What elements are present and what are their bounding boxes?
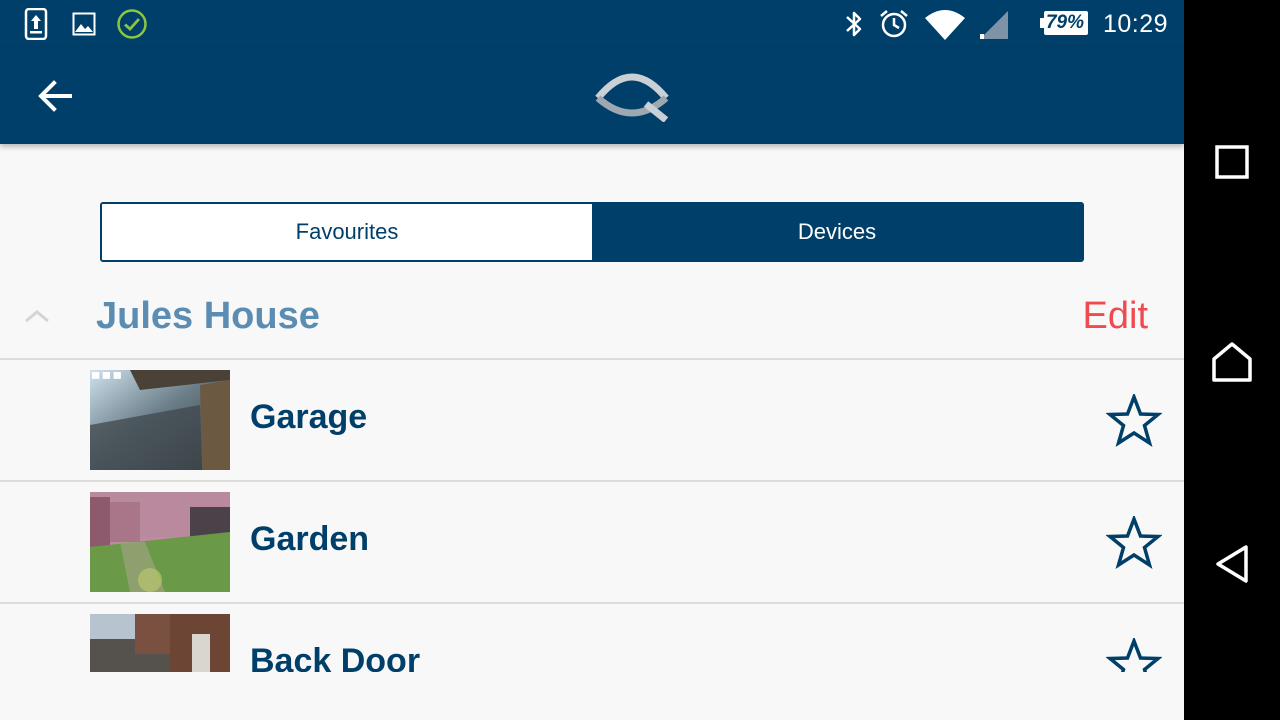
battery-percent: 79%: [1045, 12, 1085, 33]
tab-switcher: Favourites Devices: [100, 202, 1084, 262]
content-area: Favourites Devices Jules House Edit ██ █…: [0, 144, 1184, 720]
star-icon[interactable]: [1105, 636, 1163, 672]
app-bar: [0, 48, 1184, 144]
device-row-garden[interactable]: Garden: [0, 482, 1184, 604]
system-nav-bar: [1184, 0, 1280, 720]
device-row-back-door[interactable]: Back Door: [0, 604, 1184, 672]
tab-devices[interactable]: Devices: [592, 204, 1082, 260]
garage-camera-snapshot: ██ ██ ██: [90, 370, 230, 470]
device-name: Garage: [250, 398, 368, 436]
q-logo-icon: [592, 70, 674, 123]
chevron-up-icon[interactable]: [22, 306, 52, 326]
star-icon[interactable]: [1105, 514, 1163, 570]
upload-phone-icon: [24, 8, 48, 40]
image-icon: [72, 12, 96, 36]
device-row-garage[interactable]: ██ ██ ██ Garage: [0, 360, 1184, 482]
back-triangle-icon[interactable]: [1200, 532, 1264, 596]
star-icon[interactable]: [1105, 392, 1163, 448]
back-door-camera-snapshot: [90, 614, 230, 672]
battery-icon: 79%: [1040, 10, 1090, 36]
garden-camera-snapshot: [90, 492, 230, 592]
device-name: Back Door: [250, 642, 421, 672]
cell-signal-icon: [978, 10, 1010, 40]
edit-button[interactable]: Edit: [1083, 295, 1148, 338]
group-header: Jules House Edit: [0, 292, 1184, 360]
alarm-icon: [878, 8, 910, 40]
bluetooth-icon: [842, 9, 866, 39]
tab-favourites[interactable]: Favourites: [102, 204, 592, 260]
arrow-left-icon[interactable]: [30, 74, 82, 118]
recent-apps-icon[interactable]: [1200, 130, 1264, 194]
home-icon[interactable]: [1200, 330, 1264, 394]
status-time: 10:29: [1102, 10, 1168, 38]
device-name: Garden: [250, 520, 370, 558]
svg-text:██ ██ ██: ██ ██ ██: [92, 372, 121, 379]
group-title: Jules House: [96, 295, 320, 337]
status-bar: 79% 10:29: [0, 0, 1184, 48]
wifi-icon: [924, 8, 966, 42]
check-circle-icon: [116, 8, 148, 40]
